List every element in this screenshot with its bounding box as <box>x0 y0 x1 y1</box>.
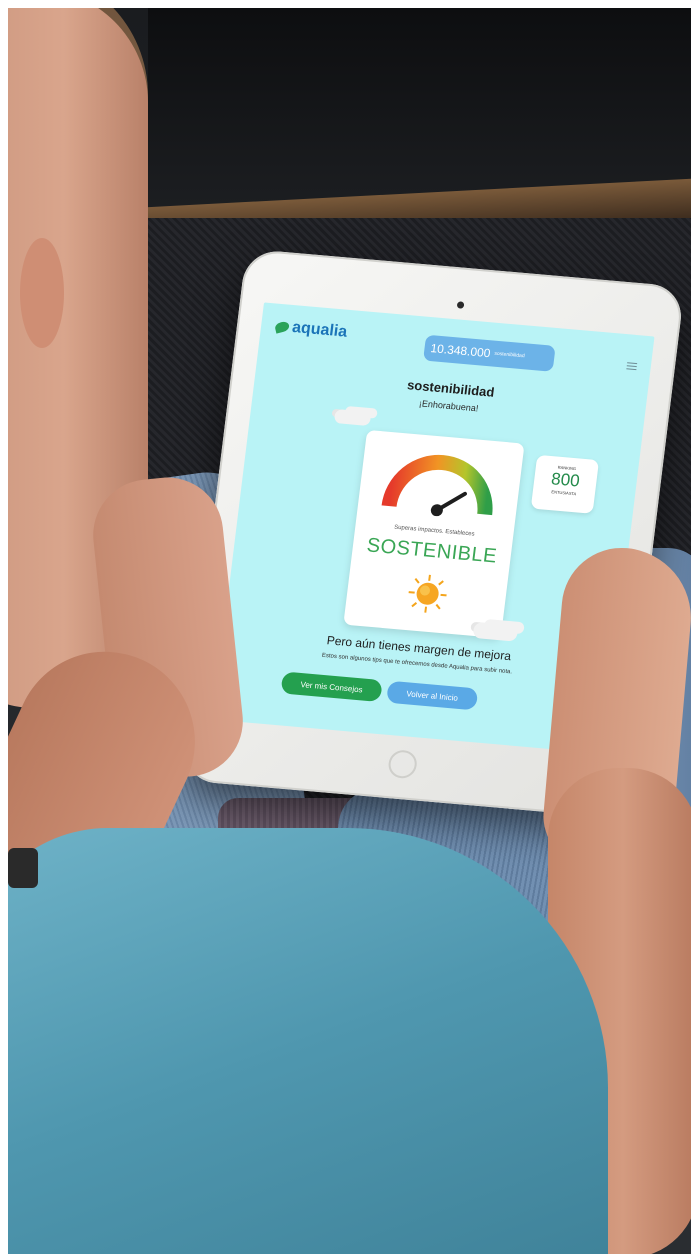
home-button[interactable]: Volver al Inicio <box>386 680 479 711</box>
cloud-icon <box>472 621 519 642</box>
background-shelf <box>148 8 691 208</box>
person-shirt <box>8 828 608 1254</box>
tablet-home-button[interactable] <box>387 749 419 780</box>
advice-button[interactable]: Ver mis Consejos <box>280 671 383 703</box>
logo-icon <box>274 320 291 334</box>
logo-text: aqualia <box>291 318 349 341</box>
sun-icon <box>408 574 447 613</box>
counter-badge: 10.348.000 sostenibilidad <box>423 334 556 372</box>
person-ear <box>20 238 64 348</box>
counter-label: sostenibilidad <box>494 350 525 360</box>
wrist-watch <box>8 848 38 888</box>
ranking-badge: RANKING 800 ENTUSIASTA <box>530 454 600 514</box>
gauge-icon <box>381 454 493 517</box>
cloud-icon <box>333 409 372 427</box>
photo-scene: aqualia 10.348.000 sostenibilidad sosten… <box>8 8 691 1254</box>
menu-icon[interactable] <box>626 360 638 372</box>
tablet-camera <box>456 301 465 309</box>
result-card: Superas impactos. Estableces SOSTENIBLE <box>343 429 525 639</box>
counter-value: 10.348.000 <box>429 341 492 361</box>
aqualia-logo[interactable]: aqualia <box>274 318 348 342</box>
